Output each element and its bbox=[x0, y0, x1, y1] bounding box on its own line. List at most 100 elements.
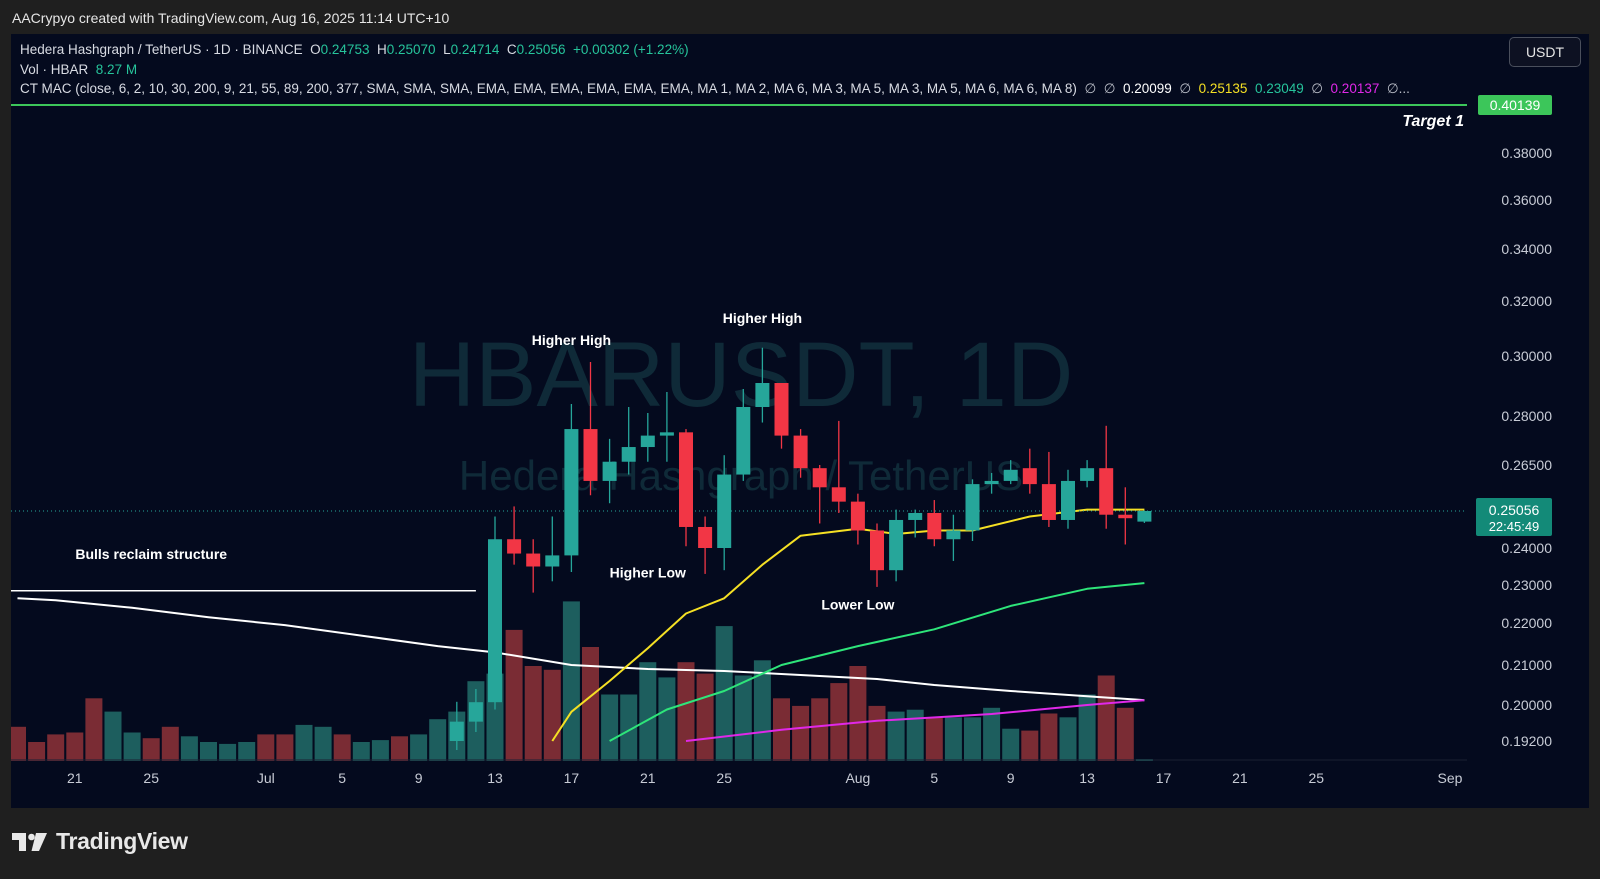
candle-body[interactable] bbox=[507, 539, 522, 554]
volume-bar bbox=[352, 742, 370, 761]
candle-body[interactable] bbox=[908, 512, 923, 520]
candle-body[interactable] bbox=[1003, 469, 1018, 481]
candle-body[interactable] bbox=[545, 555, 560, 567]
x-axis-tick-label: 25 bbox=[143, 770, 159, 786]
volume-bar bbox=[142, 738, 160, 761]
chart-annotation[interactable]: Higher High bbox=[723, 310, 802, 326]
candle-body[interactable] bbox=[602, 461, 617, 481]
volume-bar bbox=[1059, 717, 1077, 761]
indicator-name[interactable]: CT MAC (close, 6, 2, 10, 30, 200, 9, 21,… bbox=[20, 81, 1077, 96]
candle-body[interactable] bbox=[659, 432, 674, 436]
candle-body[interactable] bbox=[965, 484, 980, 531]
volume-row[interactable]: Vol · HBAR 8.27 M bbox=[20, 60, 1410, 80]
candle-body[interactable] bbox=[564, 429, 579, 556]
y-axis-tick-label: 0.28000 bbox=[1501, 408, 1552, 424]
candle-body[interactable] bbox=[831, 487, 846, 502]
y-axis-tick-label: 0.20000 bbox=[1501, 697, 1552, 713]
candle-body[interactable] bbox=[850, 501, 865, 531]
candle-body[interactable] bbox=[1080, 468, 1095, 481]
candle-body[interactable] bbox=[755, 383, 770, 407]
candle-body[interactable] bbox=[640, 435, 655, 448]
x-axis-tick-label: Sep bbox=[1438, 770, 1463, 786]
candle-body[interactable] bbox=[1041, 484, 1056, 520]
volume-bar bbox=[1021, 730, 1039, 761]
volume-bar bbox=[276, 734, 294, 761]
candle-body[interactable] bbox=[526, 553, 541, 567]
candle-body[interactable] bbox=[927, 512, 942, 540]
open-label: O bbox=[310, 42, 321, 57]
currency-unit-button[interactable]: USDT bbox=[1509, 37, 1581, 67]
indicator-more[interactable]: ∅... bbox=[1387, 81, 1410, 96]
candle-body[interactable] bbox=[793, 435, 808, 469]
chart-panel[interactable]: HBARUSDT, 1D Hedera Hashgraph / TetherUS 0… bbox=[11, 34, 1589, 808]
y-axis-tick-label: 0.32000 bbox=[1501, 293, 1552, 309]
candle-body[interactable] bbox=[812, 468, 827, 488]
candle-body[interactable] bbox=[488, 539, 502, 703]
volume-bar bbox=[505, 629, 523, 761]
price-chart[interactable]: HBARUSDT, 1DHedera Hashgraph / TetherUS0… bbox=[11, 34, 1589, 808]
y-axis-tick-label: 0.36000 bbox=[1501, 192, 1552, 208]
symbol-row[interactable]: Hedera Hashgraph / TetherUS · 1D · BINAN… bbox=[20, 40, 1410, 60]
indicator-na-1: ∅ bbox=[1084, 81, 1097, 96]
volume-bar bbox=[219, 743, 237, 761]
low-value: 0.24714 bbox=[450, 42, 500, 57]
chart-legend: Hedera Hashgraph / TetherUS · 1D · BINAN… bbox=[20, 40, 1410, 99]
volume-bar bbox=[944, 717, 962, 761]
y-axis-tick-label: 0.26500 bbox=[1501, 457, 1552, 473]
volume-bar bbox=[1116, 707, 1134, 761]
volume-bar bbox=[562, 601, 580, 761]
volume-bar bbox=[983, 707, 1001, 761]
candle-body[interactable] bbox=[1099, 468, 1114, 515]
volume-bar bbox=[238, 742, 256, 761]
close-label: C bbox=[506, 42, 517, 57]
chart-annotation[interactable]: Higher High bbox=[532, 332, 611, 348]
candle-body[interactable] bbox=[449, 721, 464, 741]
volume-bar bbox=[66, 732, 84, 761]
chart-annotation[interactable]: Lower Low bbox=[821, 597, 894, 613]
candle-body[interactable] bbox=[717, 474, 732, 548]
volume-bar bbox=[295, 724, 313, 761]
open-value: 0.24753 bbox=[320, 42, 370, 57]
volume-bar bbox=[85, 698, 103, 761]
indicator-na-4: ∅ bbox=[1311, 81, 1324, 96]
y-axis-tick-label: 0.23000 bbox=[1501, 577, 1552, 593]
candle-body[interactable] bbox=[621, 447, 636, 462]
volume-bar bbox=[868, 705, 886, 761]
candle-body[interactable] bbox=[468, 702, 483, 722]
candle-body[interactable] bbox=[1118, 514, 1133, 519]
candle-body[interactable] bbox=[1061, 480, 1075, 520]
candle-body[interactable] bbox=[679, 432, 693, 527]
x-axis-tick-label: 17 bbox=[1156, 770, 1172, 786]
indicator-na-2: ∅ bbox=[1103, 81, 1116, 96]
volume-bar bbox=[543, 669, 561, 761]
candle-body[interactable] bbox=[889, 519, 904, 571]
indicator-row[interactable]: CT MAC (close, 6, 2, 10, 30, 200, 9, 21,… bbox=[20, 79, 1410, 99]
volume-bar bbox=[257, 734, 275, 761]
tradingview-logo-icon bbox=[12, 832, 47, 851]
y-axis-tick-label: 0.22000 bbox=[1501, 615, 1552, 631]
target-label: Target 1 bbox=[1402, 113, 1464, 130]
candle-body[interactable] bbox=[736, 407, 751, 475]
candle-body[interactable] bbox=[984, 480, 999, 485]
volume-bar bbox=[391, 736, 408, 761]
candle-body[interactable] bbox=[1022, 468, 1037, 485]
candle-body[interactable] bbox=[698, 526, 713, 548]
tradingview-logo-text: TradingView bbox=[56, 828, 188, 854]
chart-annotation[interactable]: Higher Low bbox=[610, 565, 686, 581]
x-axis-tick-label: Aug bbox=[845, 770, 870, 786]
volume-bar bbox=[1040, 713, 1058, 761]
volume-bar bbox=[964, 717, 981, 761]
x-axis-tick-label: Jul bbox=[257, 770, 275, 786]
symbol-title[interactable]: Hedera Hashgraph / TetherUS · 1D · BINAN… bbox=[20, 42, 303, 57]
volume-bar bbox=[410, 734, 428, 761]
volume-bar bbox=[161, 726, 179, 761]
candle-body[interactable] bbox=[1137, 511, 1152, 522]
chart-annotation[interactable]: Bulls reclaim structure bbox=[75, 546, 227, 562]
candle-body[interactable] bbox=[946, 530, 961, 540]
candle-body[interactable] bbox=[583, 429, 598, 481]
high-value: 0.25070 bbox=[386, 42, 436, 57]
candle-body[interactable] bbox=[774, 383, 789, 436]
volume-bar bbox=[333, 734, 351, 761]
volume-bar bbox=[734, 675, 752, 761]
candle-body[interactable] bbox=[870, 530, 884, 571]
